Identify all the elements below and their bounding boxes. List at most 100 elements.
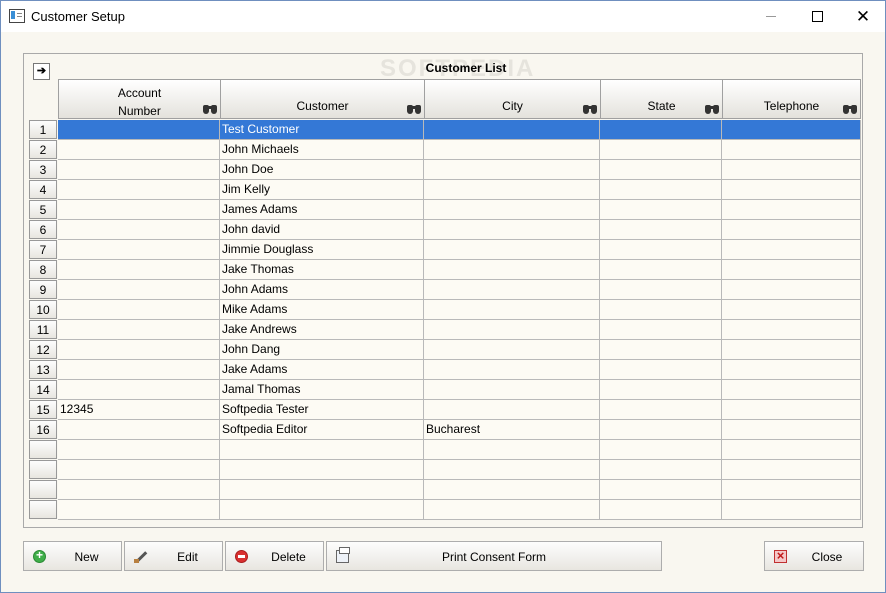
cell-customer[interactable]: John Adams — [220, 280, 424, 300]
cell-telephone[interactable] — [722, 300, 861, 320]
cell-city[interactable] — [424, 460, 600, 480]
cell-account-number[interactable] — [58, 240, 220, 260]
cell-telephone[interactable] — [722, 200, 861, 220]
cell-telephone[interactable] — [722, 140, 861, 160]
close-button[interactable]: Close — [764, 541, 864, 571]
arrow-right-icon[interactable]: ➔ — [33, 63, 50, 80]
cell-state[interactable] — [600, 320, 722, 340]
cell-customer[interactable]: John Michaels — [220, 140, 424, 160]
cell-account-number[interactable] — [58, 320, 220, 340]
cell-account-number[interactable] — [58, 420, 220, 440]
cell-customer[interactable]: John Dang — [220, 340, 424, 360]
cell-state[interactable] — [600, 380, 722, 400]
cell-customer[interactable]: Softpedia Editor — [220, 420, 424, 440]
row-number[interactable] — [29, 440, 57, 459]
print-consent-form-button[interactable]: Print Consent Form — [326, 541, 662, 571]
cell-customer[interactable]: John david — [220, 220, 424, 240]
column-header-city[interactable]: City — [424, 79, 601, 119]
row-number[interactable]: 14 — [29, 380, 57, 399]
cell-state[interactable] — [600, 220, 722, 240]
cell-telephone[interactable] — [722, 160, 861, 180]
cell-account-number[interactable] — [58, 220, 220, 240]
maximize-button[interactable] — [794, 1, 840, 32]
row-number[interactable]: 8 — [29, 260, 57, 279]
cell-telephone[interactable] — [722, 240, 861, 260]
cell-city[interactable] — [424, 260, 600, 280]
cell-telephone[interactable] — [722, 260, 861, 280]
cell-account-number[interactable] — [58, 380, 220, 400]
cell-customer[interactable]: James Adams — [220, 200, 424, 220]
cell-account-number[interactable] — [58, 500, 220, 520]
cell-city[interactable] — [424, 240, 600, 260]
cell-account-number[interactable] — [58, 300, 220, 320]
cell-city[interactable] — [424, 200, 600, 220]
row-number[interactable]: 16 — [29, 420, 57, 439]
cell-telephone[interactable] — [722, 400, 861, 420]
cell-state[interactable] — [600, 480, 722, 500]
cell-city[interactable] — [424, 280, 600, 300]
cell-account-number[interactable] — [58, 480, 220, 500]
cell-city[interactable] — [424, 440, 600, 460]
cell-state[interactable] — [600, 360, 722, 380]
cell-telephone[interactable] — [722, 420, 861, 440]
row-number[interactable] — [29, 460, 57, 479]
cell-customer[interactable]: Jamal Thomas — [220, 380, 424, 400]
cell-account-number[interactable] — [58, 340, 220, 360]
cell-state[interactable] — [600, 500, 722, 520]
row-number[interactable]: 10 — [29, 300, 57, 319]
cell-state[interactable] — [600, 120, 722, 140]
row-number[interactable]: 6 — [29, 220, 57, 239]
cell-state[interactable] — [600, 180, 722, 200]
cell-telephone[interactable] — [722, 280, 861, 300]
window-close-button[interactable]: ✕ — [840, 1, 886, 32]
cell-customer[interactable] — [220, 480, 424, 500]
cell-customer[interactable]: Jimmie Douglass — [220, 240, 424, 260]
row-number[interactable]: 11 — [29, 320, 57, 339]
binoculars-icon[interactable] — [705, 102, 719, 114]
cell-state[interactable] — [600, 160, 722, 180]
cell-account-number[interactable] — [58, 160, 220, 180]
cell-customer[interactable]: Test Customer — [220, 120, 424, 140]
cell-account-number[interactable] — [58, 180, 220, 200]
cell-city[interactable] — [424, 160, 600, 180]
cell-city[interactable] — [424, 340, 600, 360]
cell-state[interactable] — [600, 240, 722, 260]
column-header-telephone[interactable]: Telephone — [722, 79, 861, 119]
cell-telephone[interactable] — [722, 180, 861, 200]
row-number[interactable]: 5 — [29, 200, 57, 219]
row-number[interactable]: 13 — [29, 360, 57, 379]
cell-account-number[interactable] — [58, 280, 220, 300]
cell-customer[interactable]: Jake Adams — [220, 360, 424, 380]
binoculars-icon[interactable] — [583, 102, 597, 114]
cell-account-number[interactable] — [58, 200, 220, 220]
cell-customer[interactable] — [220, 500, 424, 520]
new-button[interactable]: New — [23, 541, 122, 571]
cell-customer[interactable]: Mike Adams — [220, 300, 424, 320]
edit-button[interactable]: Edit — [124, 541, 223, 571]
row-number[interactable]: 4 — [29, 180, 57, 199]
row-number[interactable]: 1 — [29, 120, 57, 139]
cell-telephone[interactable] — [722, 460, 861, 480]
cell-account-number[interactable] — [58, 120, 220, 140]
cell-customer[interactable]: Jake Andrews — [220, 320, 424, 340]
delete-button[interactable]: Delete — [225, 541, 324, 571]
cell-telephone[interactable] — [722, 480, 861, 500]
cell-customer[interactable] — [220, 460, 424, 480]
cell-telephone[interactable] — [722, 360, 861, 380]
cell-state[interactable] — [600, 260, 722, 280]
cell-customer[interactable]: Jake Thomas — [220, 260, 424, 280]
row-number[interactable]: 2 — [29, 140, 57, 159]
row-number[interactable]: 12 — [29, 340, 57, 359]
row-number[interactable]: 7 — [29, 240, 57, 259]
cell-telephone[interactable] — [722, 320, 861, 340]
cell-customer[interactable]: Softpedia Tester — [220, 400, 424, 420]
binoculars-icon[interactable] — [407, 102, 421, 114]
cell-city[interactable] — [424, 300, 600, 320]
cell-city[interactable] — [424, 220, 600, 240]
cell-telephone[interactable] — [722, 380, 861, 400]
cell-customer[interactable]: John Doe — [220, 160, 424, 180]
cell-telephone[interactable] — [722, 220, 861, 240]
cell-telephone[interactable] — [722, 500, 861, 520]
cell-state[interactable] — [600, 460, 722, 480]
row-number[interactable]: 9 — [29, 280, 57, 299]
